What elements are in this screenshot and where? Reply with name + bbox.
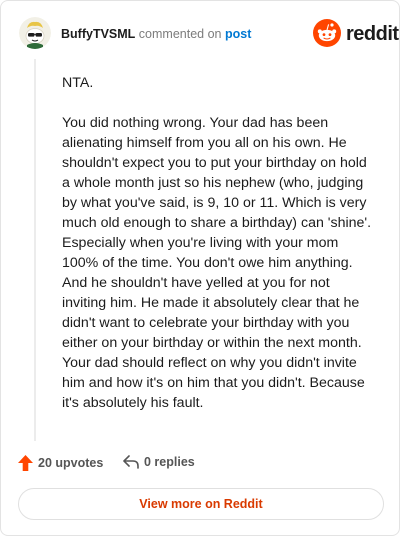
view-more-button[interactable]: View more on Reddit [18, 488, 384, 520]
comment-byline: BuffyTVSML commented on post [61, 27, 251, 41]
reply-button[interactable]: 0 replies [123, 455, 195, 469]
upvote-button[interactable]: 20 upvotes [18, 455, 103, 471]
thread-line [34, 59, 36, 441]
reddit-logo-icon [313, 19, 341, 47]
post-link[interactable]: post [225, 27, 251, 41]
snoo-avatar-icon [19, 17, 51, 49]
comment-header: BuffyTVSML commented on post reddit [19, 15, 399, 53]
comment-paragraph: You did nothing wrong. Your dad has been… [62, 115, 372, 411]
upvote-count: 20 upvotes [38, 456, 104, 470]
comment-body: NTA. You did nothing wrong. Your dad has… [62, 73, 372, 433]
reddit-wordmark: reddit [346, 23, 399, 45]
upvote-arrow-icon [18, 455, 33, 471]
username-link[interactable]: BuffyTVSML [61, 27, 135, 41]
commented-on-text: commented on [138, 27, 222, 41]
reddit-logo[interactable]: reddit [313, 19, 399, 49]
comment-paragraph: NTA. [62, 75, 94, 91]
user-avatar[interactable] [19, 17, 51, 49]
embedded-comment-card: BuffyTVSML commented on post reddit NTA.… [0, 0, 400, 536]
reply-count: 0 replies [144, 455, 195, 469]
reply-arrow-icon [123, 455, 139, 469]
